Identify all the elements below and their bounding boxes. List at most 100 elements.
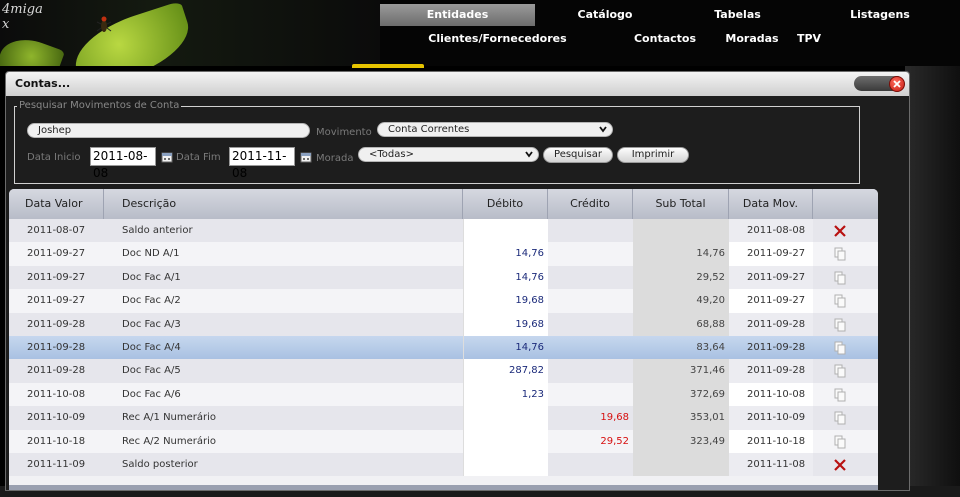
movements-grid: Data Valor Descrição Débito Crédito Sub … — [9, 189, 878, 485]
data-fim-field[interactable]: 2011-11-08 — [229, 147, 295, 180]
copy-icon[interactable] — [833, 318, 847, 332]
cell-descricao: Rec A/2 Numerário — [122, 435, 217, 447]
morada-select[interactable]: <Todas> — [358, 147, 539, 162]
column-header-credito[interactable]: Crédito — [548, 189, 633, 219]
chevron-down-icon — [525, 151, 533, 158]
column-header-debito[interactable]: Débito — [463, 189, 548, 219]
imprimir-button[interactable]: Imprimir — [617, 147, 689, 163]
search-fieldset: Pesquisar Movimentos de Conta Joshep Mov… — [14, 100, 860, 184]
cell-credito — [548, 359, 633, 382]
column-header-data-valor[interactable]: Data Valor — [9, 189, 104, 219]
cell-debito: 19,68 — [463, 312, 548, 336]
cell-descricao: Doc Fac A/2 — [122, 295, 181, 307]
table-row[interactable]: 2011-10-09 Rec A/1 Numerário 19,68 353,01 20… — [9, 406, 878, 430]
cell-data-mov: 2011-09-28 — [729, 312, 813, 336]
cell-data-mov: 2011-10-18 — [729, 429, 813, 453]
cell-sub-total: 371,46 — [633, 359, 729, 383]
cell-descricao: Doc Fac A/6 — [122, 388, 181, 400]
table-row[interactable]: 2011-09-27 Doc Fac A/1 14,76 29,52 2011-09-2… — [9, 265, 878, 290]
cell-data-valor: 2011-10-09 — [27, 412, 86, 424]
logo-area: 4miga x — [0, 0, 380, 66]
cell-data-mov: 2011-09-28 — [729, 359, 813, 383]
table-row[interactable]: 2011-09-28 Doc Fac A/4 14,76 83,64 2011-09-2… — [9, 336, 878, 360]
movimento-select[interactable]: Conta Correntes — [377, 122, 613, 137]
cell-debito — [463, 453, 548, 477]
copy-icon[interactable] — [833, 247, 847, 261]
copy-icon[interactable] — [833, 435, 847, 449]
cell-data-valor: 2011-10-18 — [27, 435, 86, 447]
copy-icon[interactable] — [833, 411, 847, 425]
insect-icon — [96, 16, 112, 32]
data-inicio-field[interactable]: 2011-08-08 — [90, 147, 156, 180]
cell-data-mov: 2011-09-27 — [729, 242, 813, 266]
pesquisar-button[interactable]: Pesquisar — [543, 147, 613, 163]
cell-descricao: Doc Fac A/5 — [122, 365, 181, 377]
copy-icon[interactable] — [833, 294, 847, 308]
cell-credito: 29,52 — [600, 435, 629, 447]
subnav-clientes-fornecedores[interactable]: Clientes/Fornecedores — [380, 28, 615, 50]
copy-icon[interactable] — [833, 364, 847, 378]
table-row[interactable]: 2011-10-18 Rec A/2 Numerário 29,52 323,49 20… — [9, 429, 878, 453]
cell-credito — [548, 336, 633, 359]
subnav-tpv[interactable]: TPV — [789, 28, 829, 50]
delete-x-icon[interactable] — [833, 224, 847, 238]
table-row[interactable]: 2011-11-09 Saldo posterior 2011-11-08 — [9, 453, 878, 477]
morada-label: Morada — [316, 153, 354, 164]
background-panel — [905, 66, 960, 497]
cell-debito — [463, 219, 548, 243]
cell-data-valor: 2011-09-27 — [27, 271, 86, 283]
cell-sub-total: 29,52 — [633, 265, 729, 290]
cell-debito: 14,76 — [463, 265, 548, 290]
main-nav: Entidades Catálogo Tabelas Listagens — [380, 4, 960, 26]
calendar-icon[interactable] — [299, 150, 313, 164]
dialog-titlebar[interactable]: Contas... — [6, 72, 909, 96]
data-inicio-label: Data Inicio — [27, 152, 81, 163]
top-bar: 4miga x Entidades Catálogo Tabelas Lista… — [0, 0, 960, 68]
subnav-moradas[interactable]: Moradas — [715, 28, 789, 50]
nav-entidades[interactable]: Entidades — [380, 4, 535, 26]
column-header-actions — [813, 189, 878, 219]
column-header-data-mov[interactable]: Data Mov. — [729, 189, 813, 219]
cell-debito — [463, 429, 548, 453]
close-icon[interactable] — [889, 76, 905, 92]
cell-sub-total: 49,20 — [633, 289, 729, 313]
cell-descricao: Doc Fac A/1 — [122, 271, 181, 283]
cell-credito — [548, 453, 633, 476]
copy-icon[interactable] — [833, 271, 847, 285]
cell-sub-total: 14,76 — [633, 242, 729, 266]
calendar-icon[interactable] — [160, 150, 174, 164]
table-row[interactable]: 2011-08-07 Saldo anterior 2011-08-08 — [9, 219, 878, 243]
column-header-sub-total[interactable]: Sub Total — [633, 189, 729, 219]
delete-x-icon[interactable] — [833, 458, 847, 472]
copy-icon[interactable] — [833, 341, 847, 355]
active-tab-indicator — [352, 64, 424, 68]
table-row[interactable]: 2011-09-27 Doc Fac A/2 19,68 49,20 2011-09-2… — [9, 289, 878, 313]
table-row[interactable]: 2011-09-28 Doc Fac A/5 287,82 371,46 2011-09… — [9, 359, 878, 383]
table-row[interactable]: 2011-10-08 Doc Fac A/6 1,23 372,69 2011-10-0… — [9, 382, 878, 407]
sub-nav: Clientes/Fornecedores Contactos Moradas … — [380, 28, 960, 50]
chevron-down-icon — [599, 126, 607, 133]
search-legend: Pesquisar Movimentos de Conta — [17, 100, 182, 111]
table-row[interactable]: 2011-09-28 Doc Fac A/3 19,68 68,88 2011-09-2… — [9, 312, 878, 336]
nav-listagens[interactable]: Listagens — [800, 4, 960, 26]
entity-field[interactable]: Joshep — [27, 123, 310, 138]
nav-catalogo[interactable]: Catálogo — [535, 4, 675, 26]
table-row[interactable]: 2011-09-27 Doc ND A/1 14,76 14,76 2011-09-27 — [9, 242, 878, 266]
cell-data-valor: 2011-10-08 — [27, 388, 86, 400]
cell-data-mov: 2011-09-27 — [729, 265, 813, 290]
cell-data-mov: 2011-09-27 — [729, 289, 813, 313]
logo-text: 4miga x — [2, 2, 43, 32]
cell-data-valor: 2011-08-07 — [27, 225, 86, 236]
nav-tabelas[interactable]: Tabelas — [675, 4, 800, 26]
copy-icon[interactable] — [833, 388, 847, 402]
cell-sub-total: 372,69 — [633, 382, 729, 407]
cell-data-mov: 2011-08-08 — [729, 219, 813, 243]
cell-data-mov: 2011-10-09 — [729, 406, 813, 430]
subnav-contactos[interactable]: Contactos — [615, 28, 715, 50]
cell-descricao: Doc Fac A/3 — [122, 318, 181, 330]
column-header-descricao[interactable]: Descrição — [104, 189, 463, 219]
cell-descricao: Rec A/1 Numerário — [122, 412, 217, 424]
cell-debito: 14,76 — [463, 242, 548, 266]
grid-footer — [9, 485, 878, 490]
cell-data-mov: 2011-10-08 — [729, 382, 813, 407]
